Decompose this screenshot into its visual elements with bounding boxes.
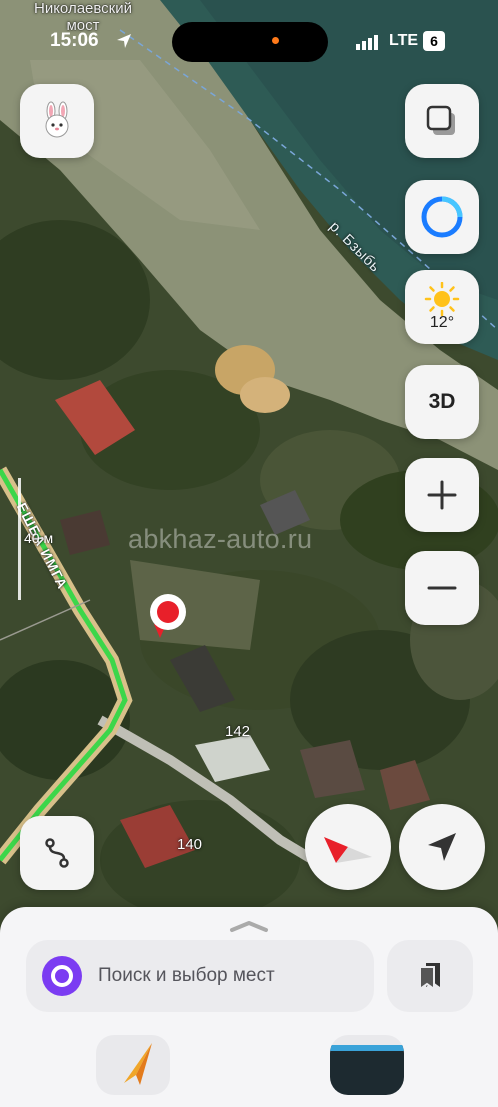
search-field[interactable]: Поиск и выбор мест [26, 940, 374, 1012]
bunny-avatar-icon [45, 101, 69, 138]
dynamic-island [172, 22, 328, 62]
search-placeholder: Поиск и выбор мест [98, 965, 275, 986]
zoom-out-button[interactable] [405, 551, 479, 625]
route-icon [45, 838, 69, 868]
location-pin-icon[interactable] [146, 590, 192, 642]
sheet-handle-icon[interactable] [228, 919, 270, 933]
status-time: 15:06 [50, 30, 99, 51]
layers-button[interactable] [405, 84, 479, 158]
watermark: abkhaz-auto.ru [128, 524, 313, 554]
navigation-arrow-icon [428, 833, 456, 861]
house-number: 140 [177, 836, 203, 853]
signal-icon [356, 35, 378, 50]
scale-label: 40 м [24, 530, 54, 546]
3d-toggle-button[interactable]: 3D [405, 365, 479, 439]
bookmarks-icon [419, 963, 440, 991]
my-location-button[interactable] [399, 804, 485, 890]
recording-indicator [272, 37, 279, 44]
location-arrow-icon [117, 34, 131, 48]
route-button[interactable] [20, 816, 94, 890]
media-shortcut[interactable] [330, 1035, 404, 1095]
compass-button[interactable] [305, 804, 391, 890]
battery-indicator: 6 [423, 31, 445, 51]
plus-icon [427, 480, 457, 510]
profile-button[interactable] [20, 84, 94, 158]
weather-button[interactable]: 12° [405, 270, 479, 344]
alice-assistant-button[interactable] [405, 180, 479, 254]
zoom-in-button[interactable] [405, 458, 479, 532]
weather-temperature: 12° [429, 314, 455, 331]
status-bar: 15:06 LTE 6 [0, 22, 498, 62]
media-thumbnail-icon [330, 1045, 404, 1095]
scale-bar [18, 478, 21, 600]
sun-icon [424, 282, 460, 316]
bookmarks-button[interactable] [387, 940, 473, 1012]
house-number: 142 [225, 723, 251, 740]
compass-icon [324, 837, 372, 863]
alice-icon [421, 196, 463, 238]
bottom-sheet[interactable]: Поиск и выбор мест [0, 907, 498, 1107]
network-type: LTE [389, 32, 419, 49]
minus-icon [427, 586, 457, 590]
alice-icon [42, 956, 82, 996]
navigator-shortcut[interactable] [96, 1035, 170, 1095]
layers-icon [426, 105, 455, 135]
navigator-icon [124, 1043, 152, 1085]
